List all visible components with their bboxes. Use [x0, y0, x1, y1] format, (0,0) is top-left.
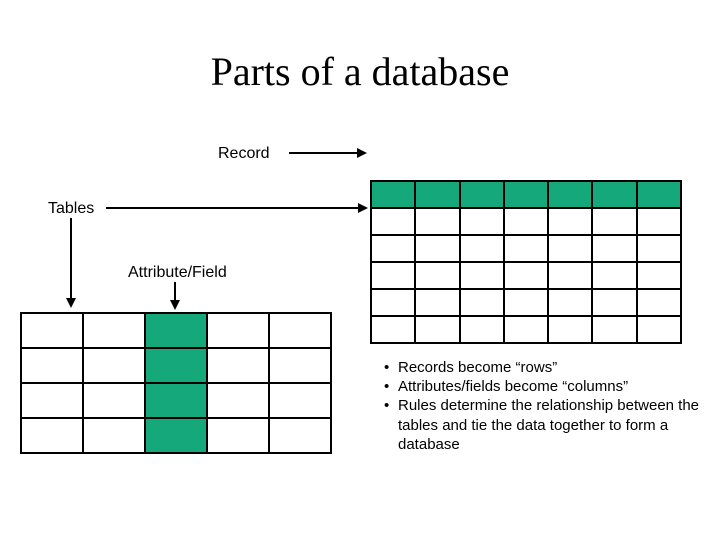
arrow-tables-down-line	[70, 218, 72, 300]
table-row	[371, 289, 681, 316]
table-row	[371, 181, 681, 208]
table-row	[371, 235, 681, 262]
arrow-tables-head	[358, 203, 368, 213]
label-record: Record	[218, 145, 270, 163]
arrow-attribute-line	[174, 282, 176, 302]
arrow-record-head	[357, 148, 367, 158]
slide-title: Parts of a database	[0, 48, 720, 95]
list-item: Attributes/fields become “columns”	[380, 377, 700, 396]
list-item: Rules determine the relationship between…	[380, 396, 700, 454]
table-row	[371, 262, 681, 289]
table-row	[21, 348, 331, 383]
arrow-attribute-head	[170, 300, 180, 310]
label-tables: Tables	[48, 200, 94, 218]
table-attribute	[20, 312, 332, 454]
table-row	[371, 316, 681, 343]
table-row	[21, 418, 331, 453]
list-item: Records become “rows”	[380, 358, 700, 377]
notes-list: Records become “rows” Attributes/fields …	[380, 358, 700, 454]
table-row	[21, 383, 331, 418]
table-row	[21, 313, 331, 348]
arrow-record-line	[289, 152, 359, 154]
arrow-tables-line	[106, 207, 361, 209]
table-row	[371, 208, 681, 235]
table-record	[370, 180, 682, 344]
arrow-tables-down-head	[66, 298, 76, 308]
label-attribute-field: Attribute/Field	[128, 264, 227, 282]
